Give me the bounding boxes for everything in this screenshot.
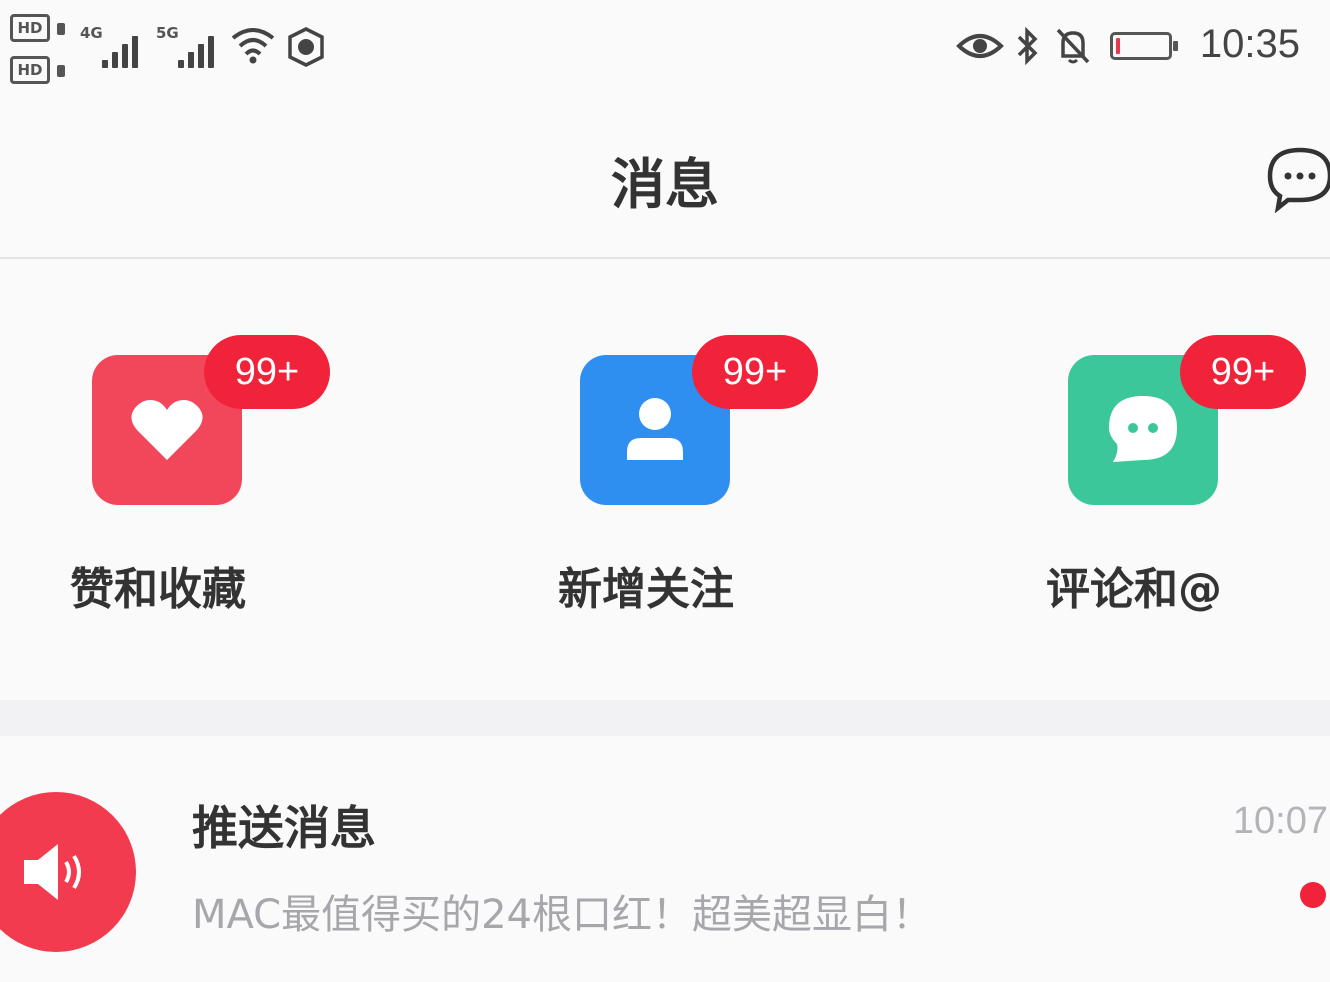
bluetooth-icon <box>1017 26 1038 66</box>
battery-icon <box>1110 32 1178 60</box>
network-type-label: 5G <box>156 24 179 42</box>
status-time: 10:35 <box>1199 22 1300 66</box>
hd-badge: HD <box>10 14 65 42</box>
network-type-label: 4G <box>80 24 103 42</box>
section-divider <box>0 700 1330 736</box>
category-label: 赞和收藏 <box>70 564 246 615</box>
category-likes-collects[interactable]: 99+ 赞和收藏 <box>70 335 332 615</box>
battery-level <box>1116 38 1120 54</box>
speaker-icon <box>24 844 81 900</box>
signal-icon <box>102 24 146 68</box>
list-item-push-message[interactable]: 推送消息 MAC最值得买的24根口红！超美超显白！ 10:07 <box>0 736 1330 982</box>
person-icon <box>627 398 683 460</box>
signal-icon <box>178 24 222 68</box>
chat-bubble-icon[interactable] <box>1266 144 1330 214</box>
category-label: 新增关注 <box>558 564 734 615</box>
message-preview: MAC最值得买的24根口红！超美超显白！ <box>192 892 932 938</box>
unread-badge: 99+ <box>692 335 818 409</box>
shield-app-icon <box>288 27 324 67</box>
status-bar: HD HD 4G 5G 10:35 <box>0 0 1330 100</box>
heart-icon <box>131 400 203 460</box>
unread-badge: 99+ <box>1180 335 1306 409</box>
bell-off-icon <box>1056 28 1090 64</box>
hd-indicators: HD HD <box>10 14 70 98</box>
page-header: 消息 <box>0 100 1330 259</box>
category-comments-mentions[interactable]: 99+ 评论和@ <box>1046 335 1308 615</box>
category-label: 评论和@ <box>1046 564 1222 615</box>
hd-badge: HD <box>10 56 65 84</box>
eye-icon <box>956 34 1004 58</box>
avatar <box>0 792 136 952</box>
category-new-followers[interactable]: 99+ 新增关注 <box>558 335 820 615</box>
unread-dot <box>1300 882 1326 908</box>
page-title: 消息 <box>611 153 719 216</box>
comment-icon <box>1109 396 1177 462</box>
wifi-icon <box>231 28 275 64</box>
message-title: 推送消息 <box>192 801 376 855</box>
message-time: 10:07 <box>1232 800 1328 842</box>
unread-badge: 99+ <box>204 335 330 409</box>
